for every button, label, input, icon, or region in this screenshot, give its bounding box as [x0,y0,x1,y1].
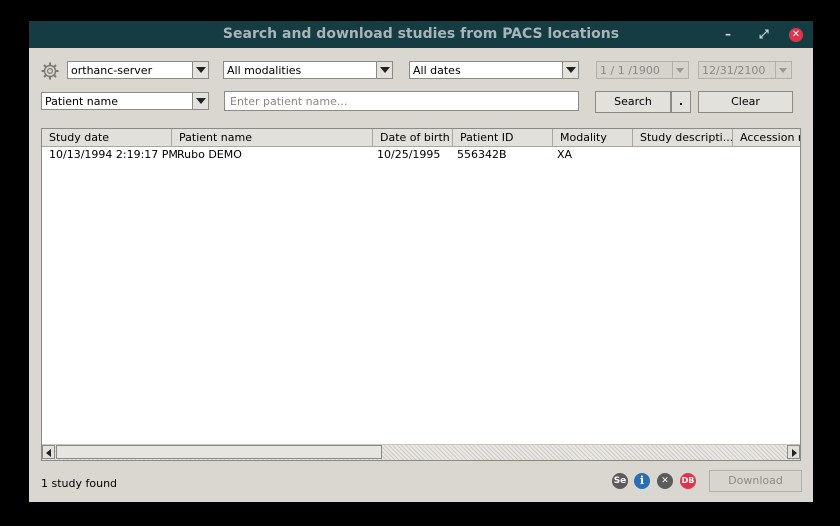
scroll-left-icon[interactable] [42,445,55,459]
column-header-date-of-birth[interactable]: Date of birth [373,129,453,146]
date-from-value: 1 / 1 /1900 [600,64,660,77]
chevron-down-icon[interactable] [192,93,208,109]
chevron-down-icon[interactable] [775,62,791,78]
clear-icon[interactable]: ✕ [657,473,673,489]
window-title: Search and download studies from PACS lo… [222,26,620,42]
scroll-right-icon[interactable] [787,445,800,459]
cell-modality: XA [557,148,573,161]
column-header-patient-name[interactable]: Patient name [172,129,373,146]
cell-patient-name: Rubo DEMO [177,148,242,161]
dates-combo[interactable]: All dates [409,61,579,79]
database-icon[interactable]: DB [680,473,696,489]
status-text: 1 study found [41,477,118,490]
chevron-down-icon[interactable] [376,62,392,78]
search-options-button[interactable]: . [671,91,691,113]
minimize-button[interactable]: – [725,21,731,48]
pacs-window: Search and download studies from PACS lo… [29,21,813,502]
title-bar[interactable]: Search and download studies from PACS lo… [29,21,813,48]
column-header-modality[interactable]: Modality [553,129,633,146]
date-from-field[interactable]: 1 / 1 /1900 [596,61,689,79]
search-field-value: Patient name [45,95,118,108]
server-combo[interactable]: orthanc-server [67,61,209,79]
chevron-down-icon[interactable] [562,62,578,78]
patient-name-input[interactable] [224,91,579,111]
download-button[interactable]: Download [709,470,802,492]
column-header-patient-id[interactable]: Patient ID [453,129,553,146]
series-icon[interactable]: Se [612,473,628,489]
settings-gear-icon[interactable] [41,62,59,80]
dates-value: All dates [413,64,461,77]
server-value: orthanc-server [71,64,153,77]
scrollbar-thumb[interactable] [56,445,382,459]
date-to-field[interactable]: 12/31/2100 [698,61,792,79]
table-header: Study date Patient name Date of birth Pa… [42,129,800,147]
results-table[interactable]: Study date Patient name Date of birth Pa… [41,128,801,461]
clear-button[interactable]: Clear [698,91,793,113]
table-row[interactable]: 10/13/1994 2:19:17 PM Rubo DEMO 10/25/19… [42,147,800,163]
modality-combo[interactable]: All modalities [223,61,393,79]
maximize-button[interactable]: ⤢ [759,21,769,48]
cell-study-date: 10/13/1994 2:19:17 PM [49,148,178,161]
chevron-down-icon[interactable] [672,62,688,78]
search-field-combo[interactable]: Patient name [41,92,209,110]
horizontal-scrollbar[interactable] [42,444,800,460]
cell-date-of-birth: 10/25/1995 [377,148,441,161]
patient-name-text[interactable] [225,92,578,110]
close-button[interactable]: ✕ [789,28,803,42]
chevron-down-icon[interactable] [192,62,208,78]
date-to-value: 12/31/2100 [702,64,766,77]
column-header-study-description[interactable]: Study descripti... [633,129,733,146]
info-icon[interactable]: i [634,473,650,489]
modality-value: All modalities [227,64,302,77]
search-button[interactable]: Search [595,91,671,113]
column-header-accession-number[interactable]: Accession n [733,129,800,146]
column-header-study-date[interactable]: Study date [42,129,172,146]
cell-patient-id: 556342B [457,148,507,161]
